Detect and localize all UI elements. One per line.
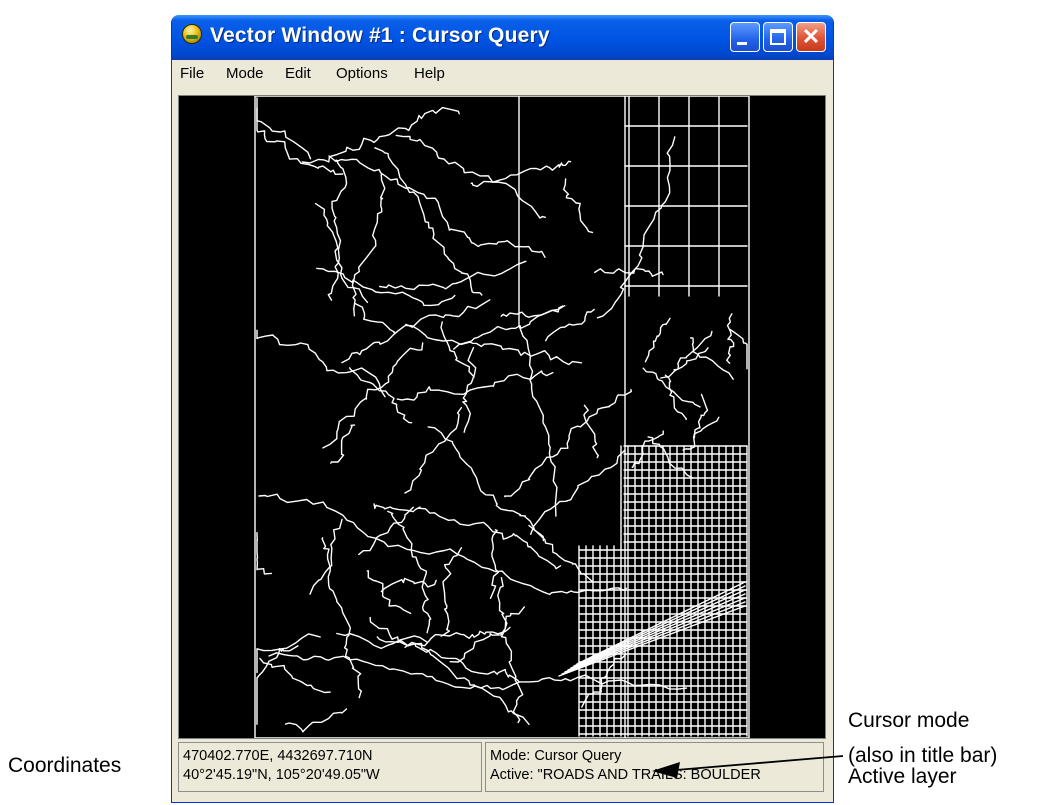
arrow-head xyxy=(652,762,680,778)
cursor-mode-arrow xyxy=(675,755,844,771)
annotation-arrow-layer xyxy=(652,755,844,778)
